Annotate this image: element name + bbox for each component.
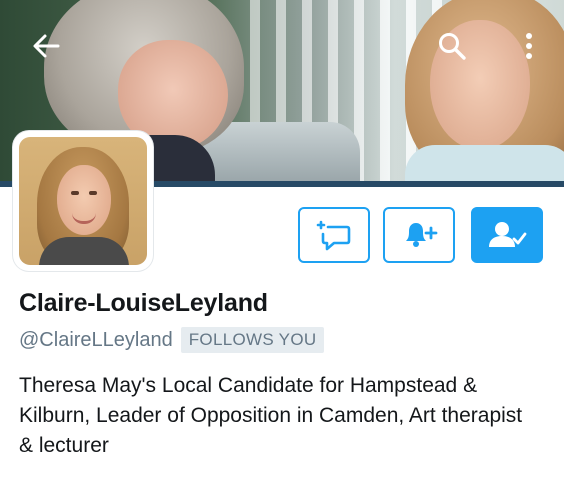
user-handle: @ClaireLLeyland [19,328,173,351]
direct-message-button[interactable] [298,207,370,263]
avatar[interactable] [13,131,153,271]
more-vertical-icon [526,33,532,59]
compose-message-icon [316,220,351,251]
more-options-button[interactable] [512,26,546,66]
following-button[interactable] [471,207,543,263]
user-check-icon [489,222,527,247]
back-button[interactable] [26,26,66,66]
profile-bio: Theresa May's Local Candidate for Hampst… [19,374,523,457]
search-button[interactable] [432,26,472,66]
avatar-image [19,137,147,265]
notifications-button[interactable] [383,207,455,263]
arrow-left-icon [33,34,60,58]
follows-you-badge: FOLLOWS YOU [180,327,325,353]
bell-plus-icon [406,223,438,247]
search-icon [439,33,466,60]
display-name: Claire-LouiseLeyland [19,289,268,317]
handle-row: @ClaireLLeyland FOLLOWS YOU [19,326,325,354]
